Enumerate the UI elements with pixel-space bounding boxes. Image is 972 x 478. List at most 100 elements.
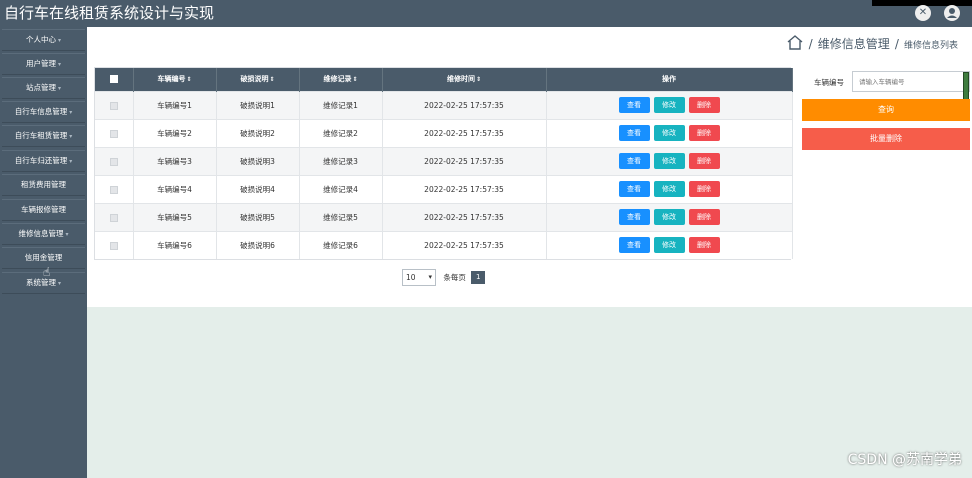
sidebar-item-label: 自行车信息管理 [14,107,68,116]
sort-icon: ⇕ [352,76,358,84]
cell-actions: 查看 修改 删除 [546,118,793,147]
cell-time: 2022-02-25 17:57:35 [382,230,547,259]
breadcrumb-separator: / [808,37,813,51]
sidebar-item-label: 信用金管理 [24,253,63,262]
sidebar-item[interactable]: 个人中心 ▾ [2,29,85,51]
delete-button[interactable]: 删除 [688,209,720,225]
top-bar: 自行车在线租赁系统设计与实现 ✕ [0,0,972,27]
column-header-vehicle-id[interactable]: 车辆编号⇕ [133,68,217,91]
sidebar-item-label: 维修信息管理 [18,229,64,238]
sidebar-item-label: 系统管理 [25,278,56,287]
chevron-down-icon: ▾ [69,133,73,140]
view-button[interactable]: 查看 [618,181,650,197]
sidebar-item[interactable]: 站点管理 ▾ [2,77,85,99]
column-label: 维修时间 [446,75,475,84]
table-body: 车辆编号1 破损说明1 维修记录1 2022-02-25 17:57:35 查看 修改 删除… [95,90,793,259]
table-row: 车辆编号5 破损说明5 维修记录5 2022-02-25 17:57:35 查看 修改 删除 [95,202,793,231]
sidebar-item[interactable]: 自行车租赁管理 ▾ [2,125,85,147]
select-all-checkbox-cell[interactable] [95,68,134,91]
view-button[interactable]: 查看 [618,97,650,113]
edit-button[interactable]: 修改 [653,97,685,113]
view-button[interactable]: 查看 [618,125,650,141]
delete-button[interactable]: 删除 [688,237,720,254]
sidebar-item-label: 站点管理 [25,83,56,92]
sidebar-item[interactable]: 维修信息管理 ▾ [2,223,85,245]
cell-record: 维修记录5 [299,202,383,231]
chevron-down-icon: ▾ [57,85,61,92]
row-checkbox[interactable] [109,101,118,110]
row-checkbox-cell[interactable] [95,146,134,175]
sort-icon: ⇕ [475,76,482,84]
column-header-actions: 操作 [546,68,793,91]
view-button[interactable]: 查看 [618,209,650,225]
edit-button[interactable]: 修改 [653,209,685,225]
sidebar-item-label: 个人中心 [25,35,56,44]
cell-vehicle-id: 车辆编号1 [133,90,217,119]
cell-damage: 破损说明6 [216,230,300,259]
delete-button[interactable]: 删除 [688,97,720,113]
mouse-cursor-icon: ☝ [43,265,51,279]
edit-button[interactable]: 修改 [653,153,685,169]
row-checkbox[interactable] [109,129,118,138]
cell-damage: 破损说明3 [216,146,300,175]
row-checkbox[interactable] [109,185,118,194]
edit-button[interactable]: 修改 [653,181,685,197]
search-label: 车辆编号 [814,78,844,87]
user-icon[interactable] [944,5,960,21]
delete-button[interactable]: 删除 [688,125,720,141]
column-header-time[interactable]: 维修时间⇕ [382,68,547,91]
column-header-damage[interactable]: 破损说明⇕ [216,68,300,91]
view-button[interactable]: 查看 [618,237,650,254]
row-checkbox-cell[interactable] [95,230,134,259]
breadcrumb-main[interactable]: 维修信息管理 [818,37,890,51]
sidebar-item-label: 租赁费用管理 [21,180,66,189]
breadcrumb: / 维修信息管理 / 维修信息列表 [786,33,958,52]
sidebar-item[interactable]: 自行车信息管理 ▾ [2,101,85,123]
sort-icon: ⇕ [186,76,192,84]
row-checkbox[interactable] [109,213,118,222]
cell-damage: 破损说明1 [216,90,300,119]
row-checkbox-cell[interactable] [95,90,134,119]
select-all-checkbox[interactable] [109,75,118,84]
page-size-value: 10 [406,273,416,282]
cell-record: 维修记录2 [299,118,383,147]
delete-button[interactable]: 删除 [688,153,720,169]
cell-time: 2022-02-25 17:57:35 [382,90,547,119]
watermark: CSDN @苏南学弟 [847,452,962,468]
sidebar-item[interactable]: 车辆报修管理 [2,199,85,221]
column-label: 车辆编号 [157,75,186,84]
sidebar-item-label: 车辆报修管理 [21,205,66,214]
cell-vehicle-id: 车辆编号5 [133,202,217,231]
vehicle-id-search-input[interactable] [852,71,970,92]
row-checkbox[interactable] [109,241,118,250]
row-checkbox[interactable] [109,157,118,166]
batch-delete-button[interactable]: 批量删除 [802,128,970,150]
page-number-current[interactable]: 1 [471,271,486,284]
column-header-record[interactable]: 维修记录⇕ [299,68,383,91]
sidebar-item[interactable]: 用户管理 ▾ [2,53,85,75]
row-checkbox-cell[interactable] [95,118,134,147]
query-button[interactable]: 查询 [802,99,970,121]
edit-button[interactable]: 修改 [653,237,685,254]
view-button[interactable]: 查看 [618,153,650,169]
cell-damage: 破损说明2 [216,118,300,147]
cell-vehicle-id: 车辆编号2 [133,118,217,147]
sort-icon: ⇕ [269,76,275,84]
row-checkbox-cell[interactable] [95,174,134,203]
sidebar-item[interactable]: 租赁费用管理 [2,174,85,196]
close-x-icon[interactable]: ✕ [915,5,931,21]
cell-damage: 破损说明4 [216,174,300,203]
delete-button[interactable]: 删除 [688,181,720,197]
page-size-select[interactable]: 10 ▾ [402,269,436,286]
cell-time: 2022-02-25 17:57:35 [382,146,547,175]
sidebar-item[interactable]: 自行车归还管理 ▾ [2,150,85,172]
chevron-down-icon: ▾ [57,280,61,287]
home-icon[interactable] [786,34,804,50]
table-row: 车辆编号3 破损说明3 维修记录3 2022-02-25 17:57:35 查看 修改 删除 [95,146,793,175]
repair-table: 车辆编号⇕ 破损说明⇕ 维修记录⇕ 维修时间⇕ 操作 车辆编号1 破损说明1 维修记… [94,67,793,260]
per-page-label: 条每页 [443,273,466,282]
row-checkbox-cell[interactable] [95,202,134,231]
edit-button[interactable]: 修改 [653,125,685,141]
table-row: 车辆编号6 破损说明6 维修记录6 2022-02-25 17:57:35 查看 修改 删除 [95,230,793,259]
chevron-down-icon: ▾ [69,158,73,165]
